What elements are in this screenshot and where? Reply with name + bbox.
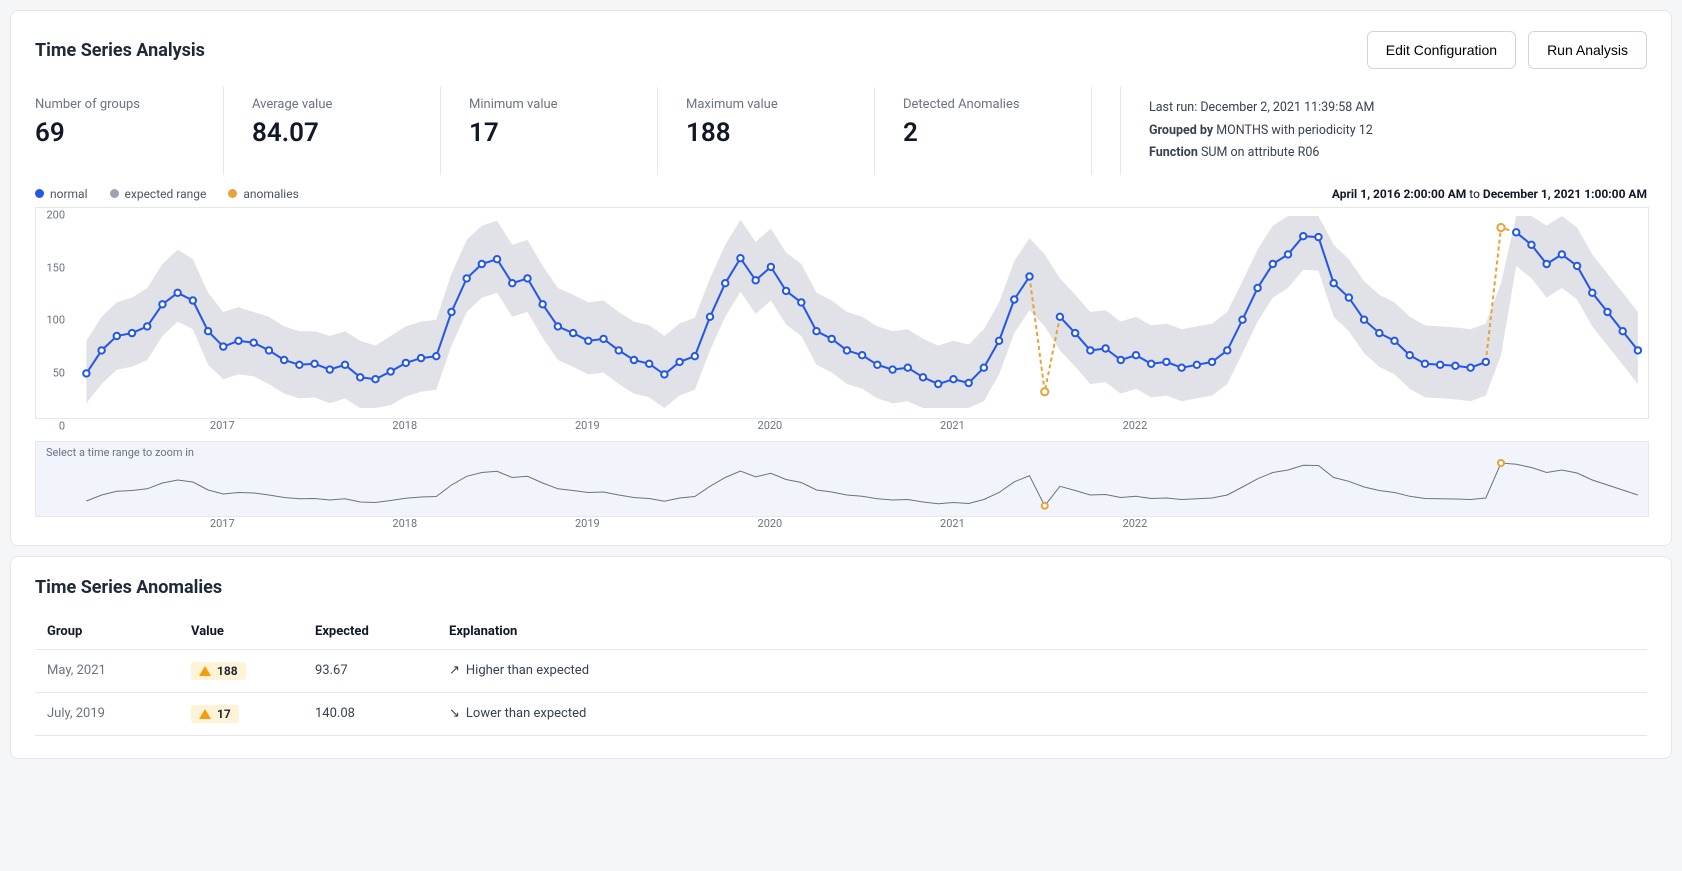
dot-icon [35, 189, 44, 198]
stats-row: Number of groups 69 Average value 84.07 … [35, 87, 1647, 175]
stat-label: Average value [252, 97, 412, 112]
time-range-text: April 1, 2016 2:00:00 AM to December 1, … [1332, 187, 1647, 201]
cell-value: 17 [179, 692, 303, 735]
anomaly-badge: 188 [191, 662, 246, 680]
stat-value: 84.07 [252, 118, 412, 148]
function: Function SUM on attribute R06 [1149, 142, 1647, 165]
last-run: Last run: December 2, 2021 11:39:58 AM [1149, 97, 1647, 120]
function-value: SUM on attribute R06 [1201, 145, 1319, 160]
grouped-by: Grouped by MONTHS with periodicity 12 [1149, 120, 1647, 143]
anomalies-title: Time Series Anomalies [11, 557, 1671, 604]
cell-group: May, 2021 [35, 649, 179, 692]
stat-value: 69 [35, 118, 195, 148]
legend-label: normal [50, 187, 88, 201]
y-tick: 200 [31, 209, 65, 222]
last-run-label: Last run: [1149, 100, 1197, 115]
dot-icon [110, 189, 119, 198]
header-actions: Edit Configuration Run Analysis [1367, 31, 1647, 69]
y-tick: 50 [31, 366, 65, 379]
legend-label: anomalies [243, 187, 298, 201]
col-expected: Expected [303, 614, 437, 650]
cell-expected: 93.67 [303, 649, 437, 692]
run-analysis-button[interactable]: Run Analysis [1528, 31, 1647, 69]
table-row[interactable]: July, 2019 17 140.08↘Lower than expected [35, 692, 1647, 735]
stat-label: Number of groups [35, 97, 195, 112]
page-title: Time Series Analysis [35, 40, 205, 61]
cell-group: July, 2019 [35, 692, 179, 735]
stat-label: Minimum value [469, 97, 629, 112]
dot-icon [228, 189, 237, 198]
stat-max: Maximum value 188 [686, 87, 875, 175]
function-label: Function [1149, 145, 1198, 160]
x-tick: 2018 [392, 419, 417, 432]
mini-x-tick: 2020 [758, 517, 783, 530]
x-tick: 2020 [758, 419, 783, 432]
range-to: December 1, 2021 1:00:00 AM [1483, 187, 1647, 201]
x-tick: 2019 [575, 419, 600, 432]
legend-normal: normal [35, 187, 88, 201]
analysis-card: Time Series Analysis Edit Configuration … [10, 10, 1672, 546]
mini-x-tick: 2022 [1123, 517, 1148, 530]
mini-hint: Select a time range to zoom in [46, 446, 194, 459]
main-chart-container: 050100150200 201720182019202020212022 [35, 207, 1647, 437]
mini-x-axis: 2017 2018 2019 2020 2021 2022 [35, 517, 1647, 535]
stat-label: Detected Anomalies [903, 97, 1063, 112]
mini-chart-container: Select a time range to zoom in 201720182… [35, 441, 1647, 535]
legend-label: expected range [125, 187, 207, 201]
mini-chart[interactable] [36, 442, 1648, 516]
cell-explanation: ↗Higher than expected [437, 649, 1647, 692]
legend-anomalies: anomalies [228, 187, 298, 201]
stat-anomalies: Detected Anomalies 2 [903, 87, 1092, 175]
arrow-down-right-icon: ↘ [449, 706, 460, 721]
col-value: Value [179, 614, 303, 650]
stat-value: 17 [469, 118, 629, 148]
legend-row: normal expected range anomalies April 1,… [35, 187, 1647, 201]
grouped-value: MONTHS with periodicity 12 [1216, 123, 1373, 138]
x-axis: 2017 2018 2019 2020 2021 2022 [35, 419, 1647, 437]
arrow-up-right-icon: ↗ [449, 663, 460, 678]
cell-expected: 140.08 [303, 692, 437, 735]
mini-x-tick: 2018 [392, 517, 417, 530]
range-sep: to [1469, 187, 1480, 201]
grouped-label: Grouped by [1149, 123, 1213, 138]
anomalies-card: Time Series Anomalies Group Value Expect… [10, 556, 1672, 759]
stat-groups: Number of groups 69 [35, 87, 224, 175]
mini-x-tick: 2019 [575, 517, 600, 530]
x-tick: 2022 [1123, 419, 1148, 432]
col-explanation: Explanation [437, 614, 1647, 650]
stat-average: Average value 84.07 [252, 87, 441, 175]
table-row[interactable]: May, 2021 188 93.67↗Higher than expected [35, 649, 1647, 692]
range-from: April 1, 2016 2:00:00 AM [1332, 187, 1466, 201]
run-metadata: Last run: December 2, 2021 11:39:58 AM G… [1120, 87, 1647, 175]
x-tick: 2021 [940, 419, 965, 432]
edit-configuration-button[interactable]: Edit Configuration [1367, 31, 1516, 69]
cell-explanation: ↘Lower than expected [437, 692, 1647, 735]
table-header-row: Group Value Expected Explanation [35, 614, 1647, 650]
card-header: Time Series Analysis Edit Configuration … [35, 31, 1647, 69]
stat-min: Minimum value 17 [469, 87, 658, 175]
col-group: Group [35, 614, 179, 650]
y-tick: 150 [31, 261, 65, 274]
zoom-range-selector[interactable]: Select a time range to zoom in [35, 441, 1649, 517]
stat-value: 188 [686, 118, 846, 148]
mini-x-tick: 2017 [210, 517, 235, 530]
stat-label: Maximum value [686, 97, 846, 112]
mini-x-tick: 2021 [940, 517, 965, 530]
x-tick: 2017 [210, 419, 235, 432]
warning-icon [199, 709, 211, 719]
last-run-value: December 2, 2021 11:39:58 AM [1200, 100, 1374, 115]
anomalies-table: Group Value Expected Explanation May, 20… [35, 614, 1647, 736]
legend: normal expected range anomalies [35, 187, 299, 201]
cell-value: 188 [179, 649, 303, 692]
anomaly-badge: 17 [191, 705, 239, 723]
warning-icon [199, 666, 211, 676]
time-series-chart[interactable] [35, 207, 1649, 419]
y-axis: 050100150200 [31, 207, 71, 437]
y-tick: 100 [31, 314, 65, 327]
legend-expected: expected range [110, 187, 207, 201]
stat-value: 2 [903, 118, 1063, 148]
